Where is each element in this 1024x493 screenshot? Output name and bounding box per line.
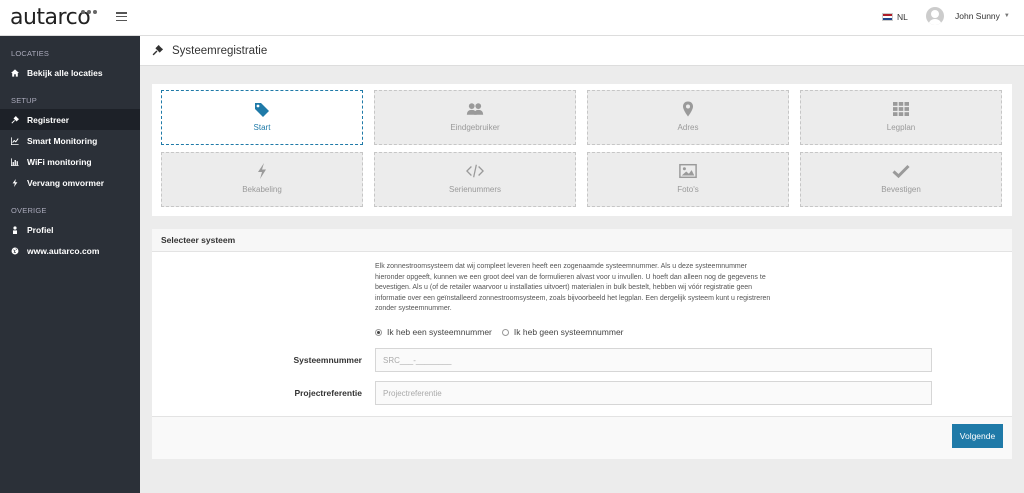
next-button[interactable]: Volgende	[952, 424, 1003, 448]
check-icon	[892, 164, 910, 179]
plug-icon	[152, 45, 163, 56]
avatar[interactable]	[926, 7, 944, 25]
sidebar-item-smart-monitoring[interactable]: Smart Monitoring	[0, 130, 140, 151]
line-chart-icon	[11, 136, 19, 145]
sidebar-heading-setup: SETUP	[11, 96, 38, 105]
radio-button[interactable]	[501, 328, 509, 336]
step-label: Adres	[677, 123, 699, 132]
step-label: Foto's	[677, 185, 699, 194]
language-selector[interactable]: NL	[882, 12, 908, 22]
step-label: Start	[253, 123, 271, 132]
bar-chart-icon	[11, 157, 19, 166]
step-start[interactable]: Start	[161, 90, 363, 145]
sidebar-item-registreer[interactable]: Registreer	[0, 109, 140, 130]
form-section-title: Selecteer systeem	[152, 229, 1012, 252]
wizard-steps: Start Eindgebruiker Adres Legplan Bekabe…	[152, 84, 1012, 216]
sidebar-item-label: Vervang omvormer	[27, 177, 105, 188]
radio-button-checked[interactable]	[375, 328, 382, 336]
step-label: Bevestigen	[881, 185, 921, 194]
radio-label: Ik heb een systeemnummer	[387, 327, 492, 337]
picture-icon	[679, 163, 697, 179]
chevron-down-icon: ▼	[1003, 13, 1010, 19]
step-eindgebruiker[interactable]: Eindgebruiker	[374, 90, 576, 145]
user-name: John Sunny	[955, 11, 1000, 21]
radio-has-system-number[interactable]: Ik heb een systeemnummer	[375, 327, 492, 337]
code-icon	[466, 164, 484, 178]
step-bekabeling[interactable]: Bekabeling	[161, 152, 363, 207]
bolt-icon	[12, 178, 18, 187]
sidebar-item-label: Profiel	[27, 224, 54, 235]
sidebar-item-label: www.autarco.com	[27, 245, 100, 256]
intro-text: Elk zonnestroomsysteem dat wij compleet …	[375, 263, 771, 313]
sidebar-item-profiel[interactable]: Profiel	[0, 219, 140, 240]
page-title: Systeemregistratie	[172, 44, 268, 57]
bolt-icon	[258, 163, 266, 179]
sidebar-item-bekijk-alle-locaties[interactable]: Bekijk alle locaties	[0, 62, 140, 83]
form-footer: Volgende	[152, 416, 1012, 459]
sidebar: LOCATIES Bekijk alle locaties SETUP Regi…	[0, 36, 140, 493]
step-label: Eindgebruiker	[450, 123, 500, 132]
logo-dots	[81, 10, 97, 14]
user-menu[interactable]: John Sunny ▼	[955, 11, 1010, 21]
radio-no-system-number[interactable]: Ik heb geen systeemnummer	[501, 327, 624, 337]
systeemnummer-input[interactable]	[375, 348, 932, 372]
page-header: Systeemregistratie	[140, 36, 1024, 66]
sidebar-item-label: Registreer	[27, 114, 70, 125]
step-label: Legplan	[886, 123, 916, 132]
select-system-form: Selecteer systeem Elk zonnestroomsysteem…	[152, 229, 1012, 459]
step-label: Bekabeling	[242, 185, 282, 194]
step-fotos[interactable]: Foto's	[587, 152, 789, 207]
sidebar-heading-locaties: LOCATIES	[11, 49, 50, 58]
systeemnummer-label: Systeemnummer	[293, 355, 362, 365]
language-label: NL	[897, 12, 908, 22]
sidebar-item-label: Bekijk alle locaties	[27, 67, 103, 78]
main-content: Systeemregistratie Start Eindgebruiker A…	[140, 36, 1024, 493]
sidebar-heading-overige: OVERIGE	[11, 206, 47, 215]
top-bar: autarco NL John Sunny ▼	[0, 0, 1024, 36]
sidebar-item-vervang-omvormer[interactable]: Vervang omvormer	[0, 172, 140, 193]
map-marker-icon	[683, 101, 693, 117]
step-bevestigen[interactable]: Bevestigen	[800, 152, 1002, 207]
projectreferentie-input[interactable]	[375, 381, 932, 405]
step-adres[interactable]: Adres	[587, 90, 789, 145]
step-legplan[interactable]: Legplan	[800, 90, 1002, 145]
tag-icon	[255, 103, 269, 117]
sidebar-item-label: Smart Monitoring	[27, 135, 98, 146]
grid-icon	[893, 102, 909, 116]
menu-toggle-icon[interactable]	[116, 12, 127, 21]
projectreferentie-label: Projectreferentie	[294, 388, 362, 398]
step-label: Serienummers	[448, 185, 501, 194]
sidebar-item-wifi-monitoring[interactable]: WiFi monitoring	[0, 151, 140, 172]
plug-icon	[11, 115, 19, 124]
users-icon	[466, 103, 484, 115]
step-serienummers[interactable]: Serienummers	[374, 152, 576, 207]
user-icon	[13, 225, 17, 234]
netherlands-flag-icon	[882, 13, 893, 21]
globe-icon	[11, 247, 19, 254]
sidebar-item-website[interactable]: www.autarco.com	[0, 240, 140, 261]
app-logo[interactable]: autarco	[10, 5, 91, 30]
radio-label: Ik heb geen systeemnummer	[513, 327, 624, 337]
home-icon	[11, 68, 19, 77]
sidebar-item-label: WiFi monitoring	[27, 156, 92, 167]
system-number-radio-group: Ik heb een systeemnummer Ik heb geen sys…	[375, 327, 624, 337]
